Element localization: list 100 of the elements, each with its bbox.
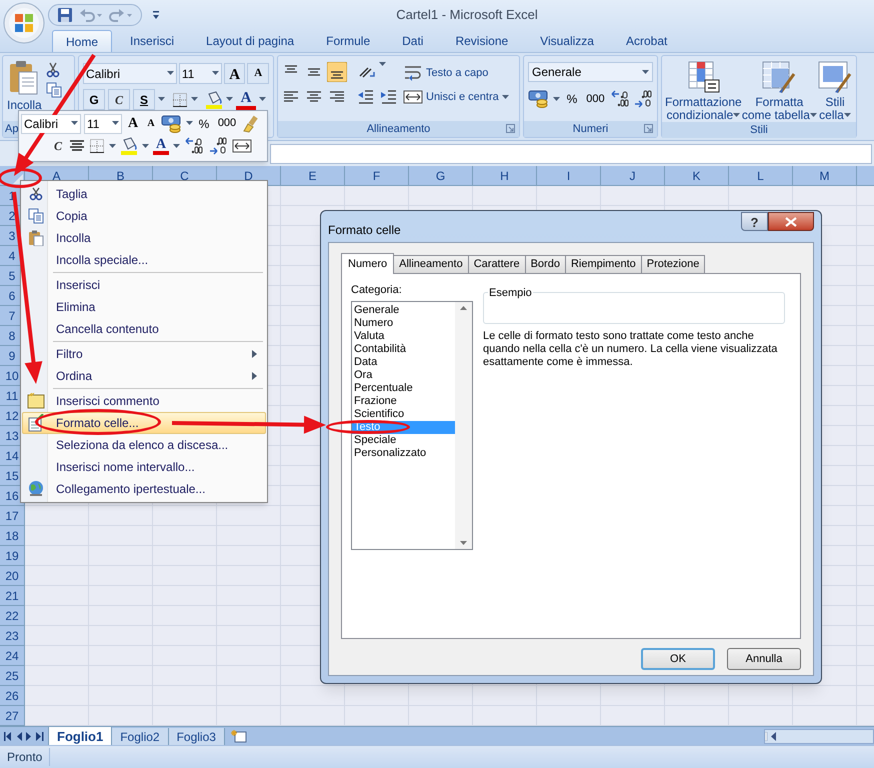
- grow-font-button[interactable]: A: [224, 63, 246, 84]
- menu-item[interactable]: Cancella contenuto: [22, 318, 266, 340]
- column-header[interactable]: F: [345, 166, 409, 185]
- paintbrush-icon[interactable]: [242, 114, 260, 132]
- fill-color-icon[interactable]: [120, 137, 138, 155]
- menu-item[interactable]: Seleziona da elenco a discesa...: [22, 434, 266, 456]
- ribbon-tab[interactable]: Acrobat: [612, 30, 682, 52]
- font-name-dropdown[interactable]: Calibri: [83, 63, 177, 84]
- save-icon[interactable]: [57, 7, 73, 23]
- shrink-font-button[interactable]: A: [247, 63, 270, 84]
- ribbon-tab[interactable]: Formule: [312, 30, 384, 52]
- merge-center-button[interactable]: Unisci e centra: [403, 89, 509, 106]
- list-item[interactable]: Numero: [352, 316, 455, 330]
- fill-color-icon[interactable]: [205, 90, 223, 108]
- row-header[interactable]: 21: [0, 586, 25, 606]
- column-header[interactable]: E: [281, 166, 345, 185]
- dropdown-arrow-icon[interactable]: [379, 62, 386, 67]
- dropdown-arrow-icon[interactable]: [186, 121, 193, 126]
- list-item[interactable]: Percentuale: [352, 382, 455, 394]
- menu-item[interactable]: Inserisci: [22, 271, 266, 296]
- increase-decimal-icon[interactable]: [610, 89, 630, 109]
- cell-styles-button[interactable]: Stili cella: [817, 60, 853, 122]
- thousands-button[interactable]: 000: [215, 115, 239, 132]
- column-header[interactable]: H: [473, 166, 537, 185]
- column-header[interactable]: I: [537, 166, 601, 185]
- list-item[interactable]: Speciale: [352, 434, 455, 446]
- currency-icon[interactable]: [161, 114, 183, 134]
- dropdown-arrow-icon[interactable]: [553, 96, 560, 102]
- dialog-tab[interactable]: Numero: [341, 253, 394, 274]
- list-item[interactable]: Frazione: [352, 394, 455, 408]
- font-color-button[interactable]: A: [153, 138, 169, 154]
- font-size-dropdown[interactable]: 11: [178, 63, 222, 84]
- first-sheet-icon[interactable]: [4, 732, 12, 740]
- office-logo-icon[interactable]: [3, 2, 45, 44]
- dropdown-arrow-icon[interactable]: [191, 97, 198, 102]
- insert-sheet-icon[interactable]: [230, 729, 247, 743]
- dialog-tab[interactable]: Bordo: [526, 255, 566, 273]
- ribbon-tab[interactable]: Inserisci: [116, 30, 188, 52]
- row-header[interactable]: 20: [0, 566, 25, 586]
- list-item[interactable]: Valuta: [352, 330, 455, 342]
- grow-font-button[interactable]: A: [125, 113, 141, 134]
- column-header[interactable]: G: [409, 166, 473, 185]
- ribbon-tab[interactable]: Layout di pagina: [192, 30, 308, 52]
- list-item[interactable]: Scientifico: [352, 408, 455, 420]
- close-button[interactable]: [768, 212, 814, 231]
- column-header[interactable]: M: [793, 166, 857, 185]
- dialog-tab[interactable]: Riempimento: [566, 255, 642, 273]
- customize-icon[interactable]: [152, 10, 160, 20]
- percent-button[interactable]: %: [196, 114, 212, 132]
- italic-button[interactable]: C: [108, 89, 130, 110]
- row-header[interactable]: 26: [0, 686, 25, 706]
- row-header[interactable]: 19: [0, 546, 25, 566]
- ribbon-tab[interactable]: Dati: [388, 30, 438, 52]
- conditional-formatting-button[interactable]: Formattazione condizionale: [665, 60, 742, 122]
- menu-item[interactable]: Inserisci commento: [22, 387, 266, 412]
- scissors-icon[interactable]: [46, 62, 60, 78]
- menu-item[interactable]: Filtro: [22, 340, 266, 365]
- row-header[interactable]: 17: [0, 506, 25, 526]
- list-item[interactable]: Data: [352, 356, 455, 368]
- menu-item[interactable]: Taglia: [22, 183, 266, 205]
- number-format-dropdown[interactable]: Generale: [528, 62, 653, 82]
- menu-item[interactable]: Incolla: [22, 227, 266, 249]
- cancel-button[interactable]: Annulla: [727, 648, 801, 670]
- menu-item[interactable]: Incolla speciale...: [22, 249, 266, 271]
- decrease-decimal-icon[interactable]: [633, 89, 653, 109]
- dropdown-arrow-icon[interactable]: [158, 97, 165, 102]
- row-header[interactable]: 18: [0, 526, 25, 546]
- dialog-tab[interactable]: Carattere: [468, 255, 526, 273]
- help-button[interactable]: ?: [741, 212, 768, 231]
- menu-item[interactable]: Copia: [22, 205, 266, 227]
- dialog-tab[interactable]: Allineamento: [394, 255, 469, 273]
- increase-decimal-icon[interactable]: [184, 136, 204, 156]
- sheet-tab[interactable]: Foglio2: [112, 728, 169, 745]
- paste-button[interactable]: Incolla: [7, 60, 42, 114]
- dropdown-arrow-icon[interactable]: [173, 144, 180, 148]
- last-sheet-icon[interactable]: [36, 732, 44, 740]
- shrink-font-button[interactable]: A: [144, 116, 158, 131]
- format-as-table-button[interactable]: Formatta come tabella: [742, 60, 817, 122]
- dialog-launcher-icon[interactable]: [506, 124, 515, 133]
- ribbon-tab[interactable]: Revisione: [441, 30, 522, 52]
- menu-item[interactable]: Elimina: [22, 296, 266, 318]
- borders-icon[interactable]: [89, 138, 105, 154]
- ribbon-tab[interactable]: Home: [52, 30, 112, 52]
- row-header[interactable]: 23: [0, 626, 25, 646]
- dropdown-arrow-icon[interactable]: [109, 144, 116, 148]
- previous-sheet-icon[interactable]: [16, 732, 22, 740]
- borders-icon[interactable]: [172, 92, 188, 108]
- wrap-text-button[interactable]: Testo a capo: [403, 64, 509, 82]
- menu-item[interactable]: Ordina: [22, 365, 266, 387]
- sheet-tab[interactable]: Foglio1: [48, 727, 112, 745]
- column-header[interactable]: L: [729, 166, 793, 185]
- underline-button[interactable]: S: [133, 89, 155, 110]
- font-name-dropdown[interactable]: Calibri: [21, 114, 81, 134]
- list-item[interactable]: Generale: [352, 304, 455, 316]
- row-header[interactable]: 24: [0, 646, 25, 666]
- dialog-launcher-icon[interactable]: [644, 124, 653, 133]
- horizontal-scrollbar[interactable]: [764, 728, 874, 744]
- thousands-button[interactable]: 000: [584, 89, 607, 109]
- column-header[interactable]: K: [665, 166, 729, 185]
- italic-button[interactable]: C: [51, 137, 65, 155]
